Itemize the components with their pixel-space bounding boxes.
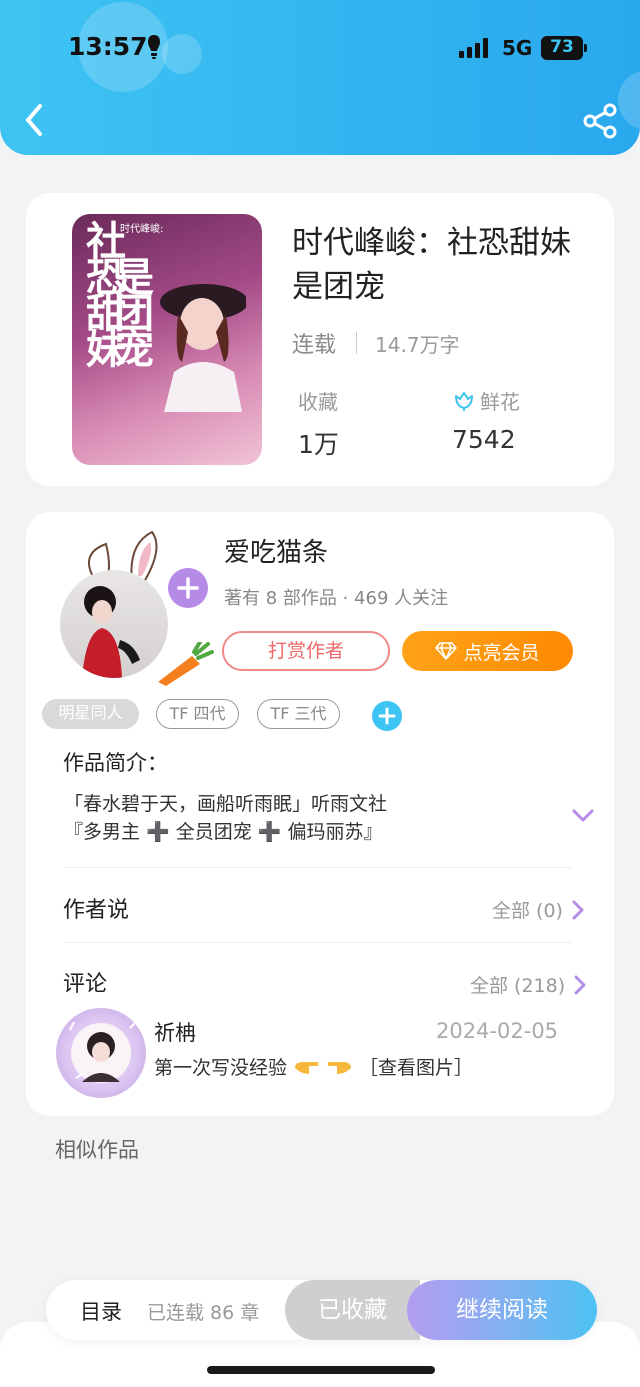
flower-icon: [455, 391, 473, 411]
vip-label: 点亮会员: [463, 641, 540, 664]
comments-all-link[interactable]: 全部 (218): [470, 971, 587, 998]
home-indicator[interactable]: [207, 1366, 435, 1374]
book-info-card: 时代峰峻: 社恐甜妹 是团宠 时代峰峻：社恐甜妹是团宠 连载 14.7万字 收藏…: [26, 193, 614, 486]
bottom-action-bar: 目录 已连载 86 章 已收藏 继续阅读: [46, 1280, 597, 1340]
intro-line: 『多男主 ➕ 全员团宠 ➕ 偏玛丽苏』: [64, 821, 383, 843]
carrot-icon: [158, 642, 214, 686]
comment-text-main: 第一次写没经验: [154, 1057, 288, 1079]
add-tag-button[interactable]: [372, 701, 402, 731]
flowers-stat[interactable]: 鲜花 7542: [452, 386, 520, 454]
collected-button[interactable]: 已收藏: [285, 1280, 420, 1340]
chevron-right-icon: [572, 900, 584, 919]
diamond-icon: [435, 642, 458, 660]
intro-title: 作品简介：: [63, 751, 168, 775]
favorites-stat: 收藏 1万: [298, 386, 339, 461]
top-header: 13:57 5G 73: [0, 0, 640, 155]
divider: [64, 942, 572, 943]
view-image-link[interactable]: ［查看图片］: [359, 1053, 473, 1080]
favorites-value: 1万: [298, 430, 339, 459]
pointing-hands-emoji: [295, 1061, 352, 1074]
plus-icon: [378, 707, 396, 725]
signal-icon: [459, 38, 488, 58]
comments-title: 评论: [63, 972, 108, 997]
book-status: 连载: [292, 333, 337, 358]
chapter-count: 已连载 86 章: [147, 1302, 260, 1324]
divider: [64, 867, 572, 868]
flowers-value: 7542: [452, 425, 516, 454]
book-meta: 连载 14.7万字: [292, 327, 460, 359]
reward-author-button[interactable]: 打赏作者: [222, 631, 390, 671]
tag-item[interactable]: 明星同人: [42, 699, 139, 729]
activate-vip-button[interactable]: 点亮会员: [402, 631, 573, 671]
intro-line: 「春水碧于天，画船听雨眠」听雨文社: [64, 793, 388, 815]
author-avatar-wrap[interactable]: [56, 524, 214, 686]
author-says-all-link[interactable]: 全部 (0): [492, 896, 585, 923]
comment-date: 2024-02-05: [436, 1019, 559, 1043]
book-cover[interactable]: 时代峰峻: 社恐甜妹 是团宠: [72, 214, 262, 465]
comments-count: 全部 (218): [470, 975, 566, 997]
cover-title-right: 是团宠: [107, 256, 153, 364]
battery-level: 73: [550, 37, 574, 57]
location-icon: [148, 35, 160, 59]
expand-chevron-icon[interactable]: [570, 804, 596, 826]
share-button[interactable]: [582, 103, 618, 139]
author-says-title: 作者说: [63, 898, 130, 923]
author-name[interactable]: 爱吃猫条: [224, 532, 328, 569]
author-card: 爱吃猫条 著有 8 部作品 · 469 人关注 打赏作者 点亮会员 明星同人 T…: [26, 512, 614, 1116]
comment-user[interactable]: 祈柟: [154, 1017, 196, 1047]
follow-button[interactable]: [168, 568, 208, 608]
chevron-right-icon: [574, 975, 586, 994]
network-label: 5G: [502, 36, 533, 60]
meta-divider: [356, 332, 358, 354]
status-time: 13:57: [68, 32, 148, 61]
word-count: 14.7万字: [375, 332, 460, 357]
author-says-count: 全部 (0): [492, 900, 563, 922]
similar-works-title: 相似作品: [55, 1138, 139, 1162]
comment-text[interactable]: 第一次写没经验 ［查看图片］: [154, 1053, 473, 1080]
plus-icon: [177, 577, 199, 599]
cover-subtitle: 时代峰峻:: [120, 224, 164, 235]
decor-bubble: [162, 34, 202, 74]
back-button[interactable]: [20, 100, 50, 140]
author-info: 著有 8 部作品 · 469 人关注: [224, 588, 449, 609]
catalog-button[interactable]: 目录: [80, 1296, 122, 1326]
battery-icon: 73: [541, 36, 587, 60]
book-title: 时代峰峻：社恐甜妹是团宠: [292, 225, 571, 305]
commenter-avatar[interactable]: [56, 1008, 146, 1098]
cover-figure: [160, 284, 246, 412]
tag-item[interactable]: TF 三代: [257, 699, 340, 729]
continue-reading-button[interactable]: 继续阅读: [407, 1280, 597, 1340]
favorites-label: 收藏: [298, 390, 338, 414]
flowers-label: 鲜花: [480, 390, 520, 414]
tag-item[interactable]: TF 四代: [156, 699, 239, 729]
decor-bubble: [618, 70, 640, 130]
